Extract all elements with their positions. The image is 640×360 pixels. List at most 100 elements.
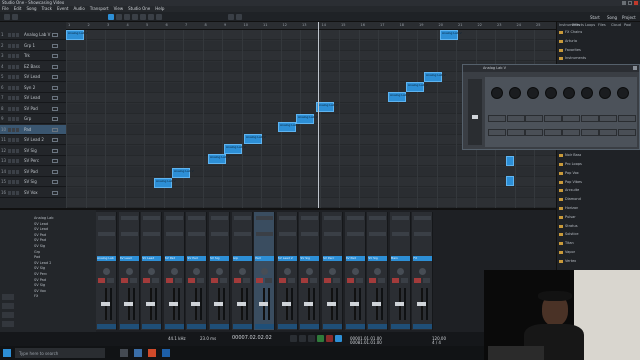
track-row[interactable]: 10 Pad xyxy=(0,124,66,135)
mute-button[interactable] xyxy=(8,190,11,195)
console-list-item[interactable]: SV Vox xyxy=(34,289,46,293)
solo-button[interactable] xyxy=(12,117,15,121)
preset-slot[interactable] xyxy=(506,115,525,122)
pan-knob[interactable] xyxy=(125,268,133,275)
console-nav-groups-button[interactable] xyxy=(2,312,14,318)
synth-knob[interactable] xyxy=(617,87,629,99)
console-list-item[interactable]: SV Lead 2 xyxy=(34,261,51,265)
solo-button[interactable] xyxy=(378,278,386,283)
browser-item[interactable]: Pro Loops xyxy=(565,162,582,166)
mute-button[interactable] xyxy=(98,278,105,283)
browser-item[interactable]: Vertex xyxy=(565,259,576,263)
mute-button[interactable] xyxy=(8,106,11,111)
task-view-icon[interactable] xyxy=(120,349,128,357)
insert-slot[interactable] xyxy=(120,216,138,220)
midi-event[interactable]: Analog Lab V xyxy=(440,30,462,40)
mute-button[interactable] xyxy=(8,96,11,100)
mute-button[interactable] xyxy=(414,278,422,283)
send-slot[interactable] xyxy=(414,232,432,236)
solo-button[interactable] xyxy=(12,33,15,37)
stop-icon[interactable] xyxy=(308,335,315,342)
preset-slot[interactable] xyxy=(580,129,599,136)
insert-slot[interactable] xyxy=(346,216,364,220)
mute-button[interactable] xyxy=(233,278,241,283)
console-list-item[interactable]: Grp xyxy=(34,250,40,254)
browser-item[interactable]: Diamond xyxy=(565,197,581,201)
pan-knob[interactable] xyxy=(283,268,291,275)
solo-button[interactable] xyxy=(423,278,431,283)
mute-button[interactable] xyxy=(211,278,218,283)
insert-slot[interactable] xyxy=(165,216,183,220)
mute-button[interactable] xyxy=(8,85,11,90)
solo-button[interactable] xyxy=(12,169,15,174)
midi-event[interactable]: Analog Lab V xyxy=(406,82,428,92)
windows-start-icon[interactable] xyxy=(3,349,11,357)
mute-button[interactable] xyxy=(8,75,11,79)
record-arm-button[interactable] xyxy=(16,33,19,37)
console-list-item[interactable]: SV Sig xyxy=(34,244,45,248)
mute-button[interactable] xyxy=(256,278,264,283)
pan-knob[interactable] xyxy=(238,268,246,275)
mute-button[interactable] xyxy=(278,278,286,283)
split-tool-icon[interactable] xyxy=(116,14,122,20)
mute-button[interactable] xyxy=(143,278,151,283)
track-row[interactable]: 3 Trk xyxy=(0,51,66,61)
preset-slot[interactable] xyxy=(599,115,617,122)
pan-knob[interactable] xyxy=(216,268,223,275)
record-arm-button[interactable] xyxy=(16,190,19,195)
listen-tool-icon[interactable] xyxy=(156,14,162,20)
console-list-item[interactable]: SV Sig xyxy=(34,266,45,270)
console-nav-inputs-button[interactable] xyxy=(2,294,14,300)
record-arm-button[interactable] xyxy=(16,127,19,132)
mute-tool-icon[interactable] xyxy=(140,14,146,20)
synth-knob[interactable] xyxy=(491,87,503,99)
send-slot[interactable] xyxy=(278,232,296,236)
record-arm-button[interactable] xyxy=(16,85,19,90)
record-arm-button[interactable] xyxy=(16,54,19,58)
console-list-item[interactable]: SV Lead xyxy=(34,227,48,231)
solo-button[interactable] xyxy=(12,106,15,111)
track-row[interactable]: 8 SV Pad xyxy=(0,104,66,114)
preset-slot[interactable] xyxy=(506,129,525,136)
preset-slot[interactable] xyxy=(580,115,599,122)
insert-slot[interactable] xyxy=(188,216,206,220)
browser-item[interactable]: Arturia xyxy=(565,39,577,43)
preset-slot[interactable] xyxy=(562,115,580,122)
midi-event[interactable]: Analog Lab V xyxy=(388,92,410,102)
mute-button[interactable] xyxy=(8,159,11,163)
solo-button[interactable] xyxy=(107,278,114,283)
browser-item[interactable]: Solstice xyxy=(565,232,579,236)
record-arm-button[interactable] xyxy=(16,117,19,121)
pan-knob[interactable] xyxy=(419,268,427,275)
insert-slot[interactable] xyxy=(391,216,409,220)
mute-button[interactable] xyxy=(301,278,309,283)
console-list-item[interactable]: Pad xyxy=(34,255,40,259)
midi-event-small[interactable] xyxy=(506,156,514,166)
send-slot[interactable] xyxy=(165,232,183,236)
track-row[interactable]: 2 Grp 1 xyxy=(0,41,66,51)
playhead[interactable] xyxy=(318,22,319,208)
solo-button[interactable] xyxy=(242,278,250,283)
browser-item[interactable]: Favorites xyxy=(565,48,581,52)
mute-button[interactable] xyxy=(8,169,11,174)
pan-knob[interactable] xyxy=(351,268,359,275)
track-row[interactable]: 9 Grp xyxy=(0,114,66,124)
preset-slot[interactable] xyxy=(525,115,543,122)
mode-project[interactable]: Project xyxy=(622,15,636,20)
record-arm-button[interactable] xyxy=(16,43,19,48)
console-list-item[interactable]: SV Pad xyxy=(34,233,46,237)
send-slot[interactable] xyxy=(256,232,274,236)
record-arm-button[interactable] xyxy=(16,96,19,100)
insert-slot[interactable] xyxy=(278,216,296,220)
midi-event[interactable]: Analog Lab V xyxy=(224,144,246,154)
mute-button[interactable] xyxy=(8,64,11,69)
snap-button[interactable] xyxy=(228,14,234,20)
browser-item[interactable]: Instruments xyxy=(565,56,586,60)
record-arm-button[interactable] xyxy=(16,106,19,111)
plugin-volume-fader[interactable] xyxy=(472,115,478,119)
mute-button[interactable] xyxy=(8,180,11,184)
preset-slot[interactable] xyxy=(525,129,543,136)
preset-slot[interactable] xyxy=(562,129,580,136)
browser-tab-effects[interactable]: Effects xyxy=(572,23,584,27)
mode-start[interactable]: Start xyxy=(590,15,600,20)
